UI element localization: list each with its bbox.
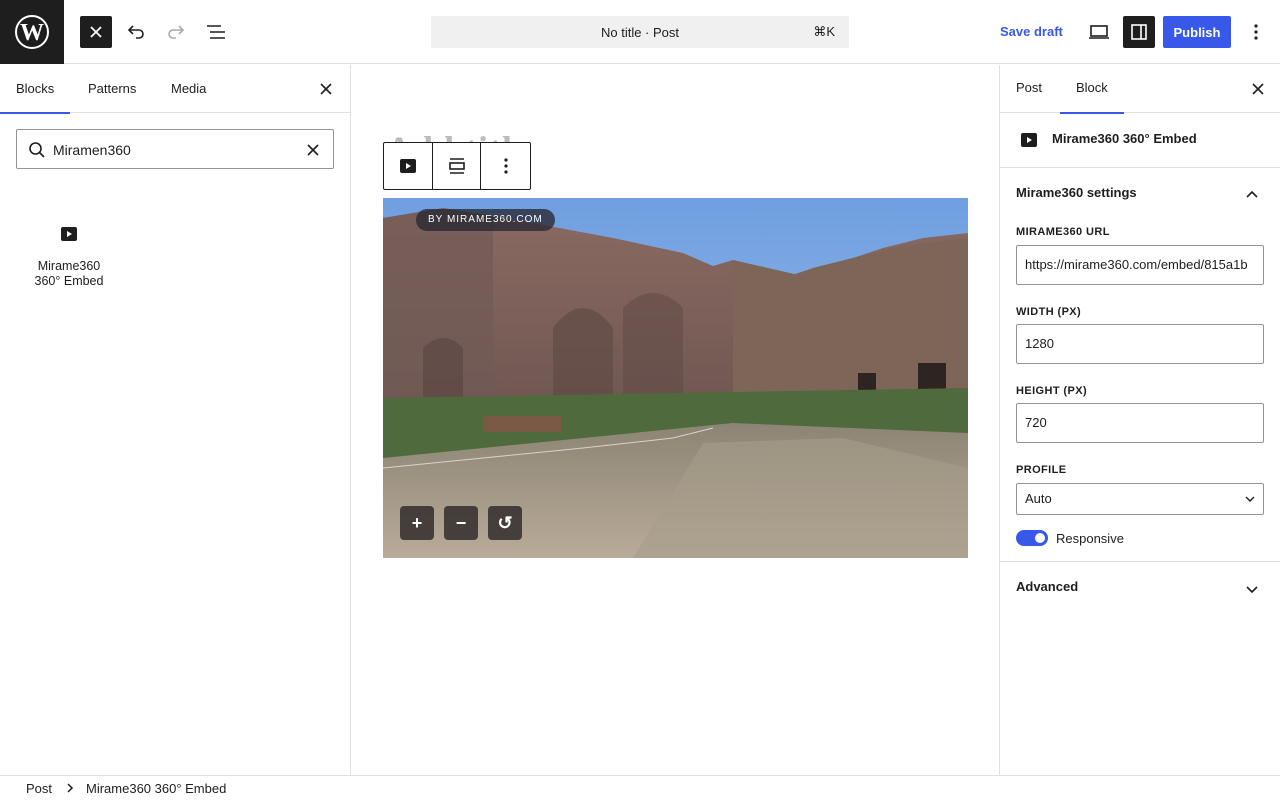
tab-blocks[interactable]: Blocks <box>0 65 71 114</box>
chevron-down-icon <box>1245 496 1255 502</box>
breadcrumb-post[interactable]: Post <box>26 781 52 796</box>
video-play-icon <box>399 159 416 173</box>
tab-patterns[interactable]: Patterns <box>72 65 152 113</box>
desktop-icon <box>1089 25 1109 39</box>
search-icon <box>29 142 45 158</box>
block-result-label: Mirame360 360° Embed <box>16 259 122 289</box>
profile-select[interactable]: Auto <box>1016 483 1264 515</box>
zoom-in-button[interactable]: + <box>400 506 434 540</box>
publish-button[interactable]: Publish <box>1163 16 1231 48</box>
settings-panel-title: Mirame360 settings <box>1016 185 1137 200</box>
mirame360-badge[interactable]: BY MIRAME360.COM <box>416 209 555 231</box>
block-result-mirame360[interactable]: Mirame360 360° Embed <box>16 215 122 305</box>
command-palette-bar[interactable]: No title · Post ⌘K <box>431 16 849 48</box>
redo-icon <box>168 25 185 39</box>
reset-view-button[interactable]: ↺ <box>488 506 522 540</box>
tab-media[interactable]: Media <box>155 65 222 113</box>
video-play-icon <box>1021 133 1037 147</box>
block-options-button[interactable] <box>481 143 530 189</box>
responsive-toggle[interactable] <box>1016 530 1048 546</box>
document-overview-button[interactable] <box>200 16 232 48</box>
redo-button[interactable] <box>160 16 192 48</box>
settings-panel-toggle[interactable]: Mirame360 settings <box>1016 185 1264 205</box>
settings-sidebar: Post Block Mirame360 360° Embed Mirame36… <box>999 65 1280 775</box>
mirame360-embed-viewer[interactable]: BY MIRAME360.COM + − ↺ <box>383 198 968 558</box>
search-input[interactable] <box>53 140 293 160</box>
settings-toggle-button[interactable] <box>1123 16 1155 48</box>
sidebar-icon <box>1131 24 1147 40</box>
block-result-label-line1: Mirame360 <box>37 259 101 273</box>
document-title: No title · Post <box>600 24 680 40</box>
save-draft-button[interactable]: Save draft <box>992 16 1071 48</box>
mirame360-settings-panel: Mirame360 settings MIRAME360 URL https:/… <box>1000 168 1280 562</box>
clear-search-icon[interactable] <box>303 140 323 160</box>
block-result-label-line2: 360° Embed <box>34 274 104 288</box>
sidebar-tabs: Post Block <box>1000 65 1280 114</box>
preview-button[interactable] <box>1083 16 1115 48</box>
close-sidebar-icon[interactable] <box>1248 79 1268 99</box>
block-card: Mirame360 360° Embed <box>1000 113 1280 168</box>
responsive-label: Responsive <box>1056 530 1124 546</box>
chevron-right-icon <box>67 783 74 793</box>
undo-button[interactable] <box>120 16 152 48</box>
inserter-tabs: Blocks Patterns Media <box>0 65 350 114</box>
svg-text:W: W <box>20 20 44 46</box>
editor-header: W No title · Post ⌘K Save draft Publish <box>0 0 1280 64</box>
width-field[interactable]: 1280 <box>1016 324 1264 364</box>
responsive-toggle-row: Responsive <box>1016 528 1124 548</box>
more-vertical-icon <box>1254 24 1258 40</box>
url-label: MIRAME360 URL <box>1016 226 1110 238</box>
tab-post[interactable]: Post <box>1000 65 1058 113</box>
wordpress-logo-icon[interactable]: W <box>0 0 64 64</box>
profile-selected-value: Auto <box>1025 491 1052 506</box>
close-inserter-button[interactable] <box>80 16 112 48</box>
undo-icon <box>127 25 144 39</box>
align-center-icon <box>448 158 465 174</box>
list-view-icon <box>207 25 225 39</box>
chevron-down-icon <box>1246 586 1258 594</box>
video-play-icon <box>61 227 77 241</box>
breadcrumb-block[interactable]: Mirame360 360° Embed <box>86 781 226 796</box>
block-search-field[interactable] <box>16 129 334 169</box>
profile-label: PROFILE <box>1016 464 1067 476</box>
close-inserter-icon[interactable] <box>316 79 336 99</box>
block-type-button[interactable] <box>384 143 433 189</box>
url-field[interactable]: https://mirame360.com/embed/815a1b <box>1016 245 1264 285</box>
advanced-title: Advanced <box>1016 579 1079 594</box>
panorama-image <box>383 198 968 558</box>
shortcut-hint: ⌘K <box>813 24 835 39</box>
options-button[interactable] <box>1240 16 1272 48</box>
tab-block[interactable]: Block <box>1060 65 1124 114</box>
align-button[interactable] <box>433 143 482 189</box>
chevron-up-icon <box>1246 190 1258 198</box>
block-card-title: Mirame360 360° Embed <box>1052 131 1197 146</box>
zoom-out-button[interactable]: − <box>444 506 478 540</box>
block-inserter-panel: Blocks Patterns Media Mirame360 360° Emb… <box>0 65 351 775</box>
close-icon <box>90 26 102 38</box>
advanced-panel-toggle[interactable]: Advanced <box>1016 579 1264 599</box>
width-label: WIDTH (PX) <box>1016 306 1082 318</box>
height-label: HEIGHT (PX) <box>1016 385 1088 397</box>
more-vertical-icon <box>504 158 508 174</box>
height-field[interactable]: 720 <box>1016 403 1264 443</box>
block-breadcrumb: Post Mirame360 360° Embed <box>0 775 1280 800</box>
block-toolbar <box>383 142 531 190</box>
